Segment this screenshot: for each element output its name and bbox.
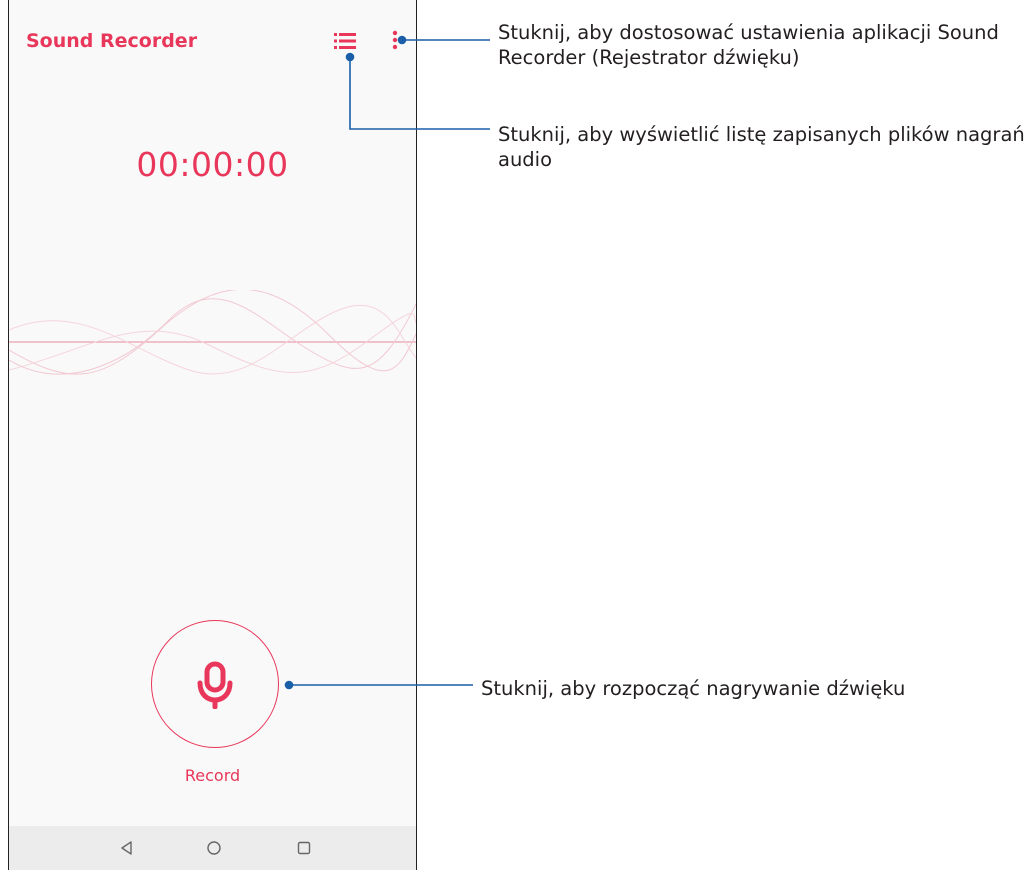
navigation-bar bbox=[9, 826, 416, 870]
callout-settings: Stuknij, aby dostosować ustawienia aplik… bbox=[498, 21, 999, 69]
record-button[interactable] bbox=[151, 620, 279, 748]
more-vertical-icon[interactable] bbox=[391, 30, 399, 50]
callout-list: Stuknij, aby wyświetlić listę zapisanych… bbox=[498, 123, 1025, 171]
timer-display: 00:00:00 bbox=[136, 145, 289, 184]
recent-square-icon[interactable] bbox=[294, 838, 314, 858]
app-title: Sound Recorder bbox=[26, 30, 198, 52]
home-circle-icon[interactable] bbox=[204, 838, 224, 858]
waveform bbox=[9, 290, 416, 375]
microphone-icon bbox=[197, 661, 233, 709]
record-label: Record bbox=[184, 766, 241, 785]
phone-screen: Sound Recorder 00:00:00 Record bbox=[8, 0, 417, 870]
list-icon[interactable] bbox=[334, 32, 356, 50]
callout-record: Stuknij, aby rozpocząć nagrywanie dźwięk… bbox=[481, 677, 906, 700]
back-triangle-icon[interactable] bbox=[117, 838, 137, 858]
